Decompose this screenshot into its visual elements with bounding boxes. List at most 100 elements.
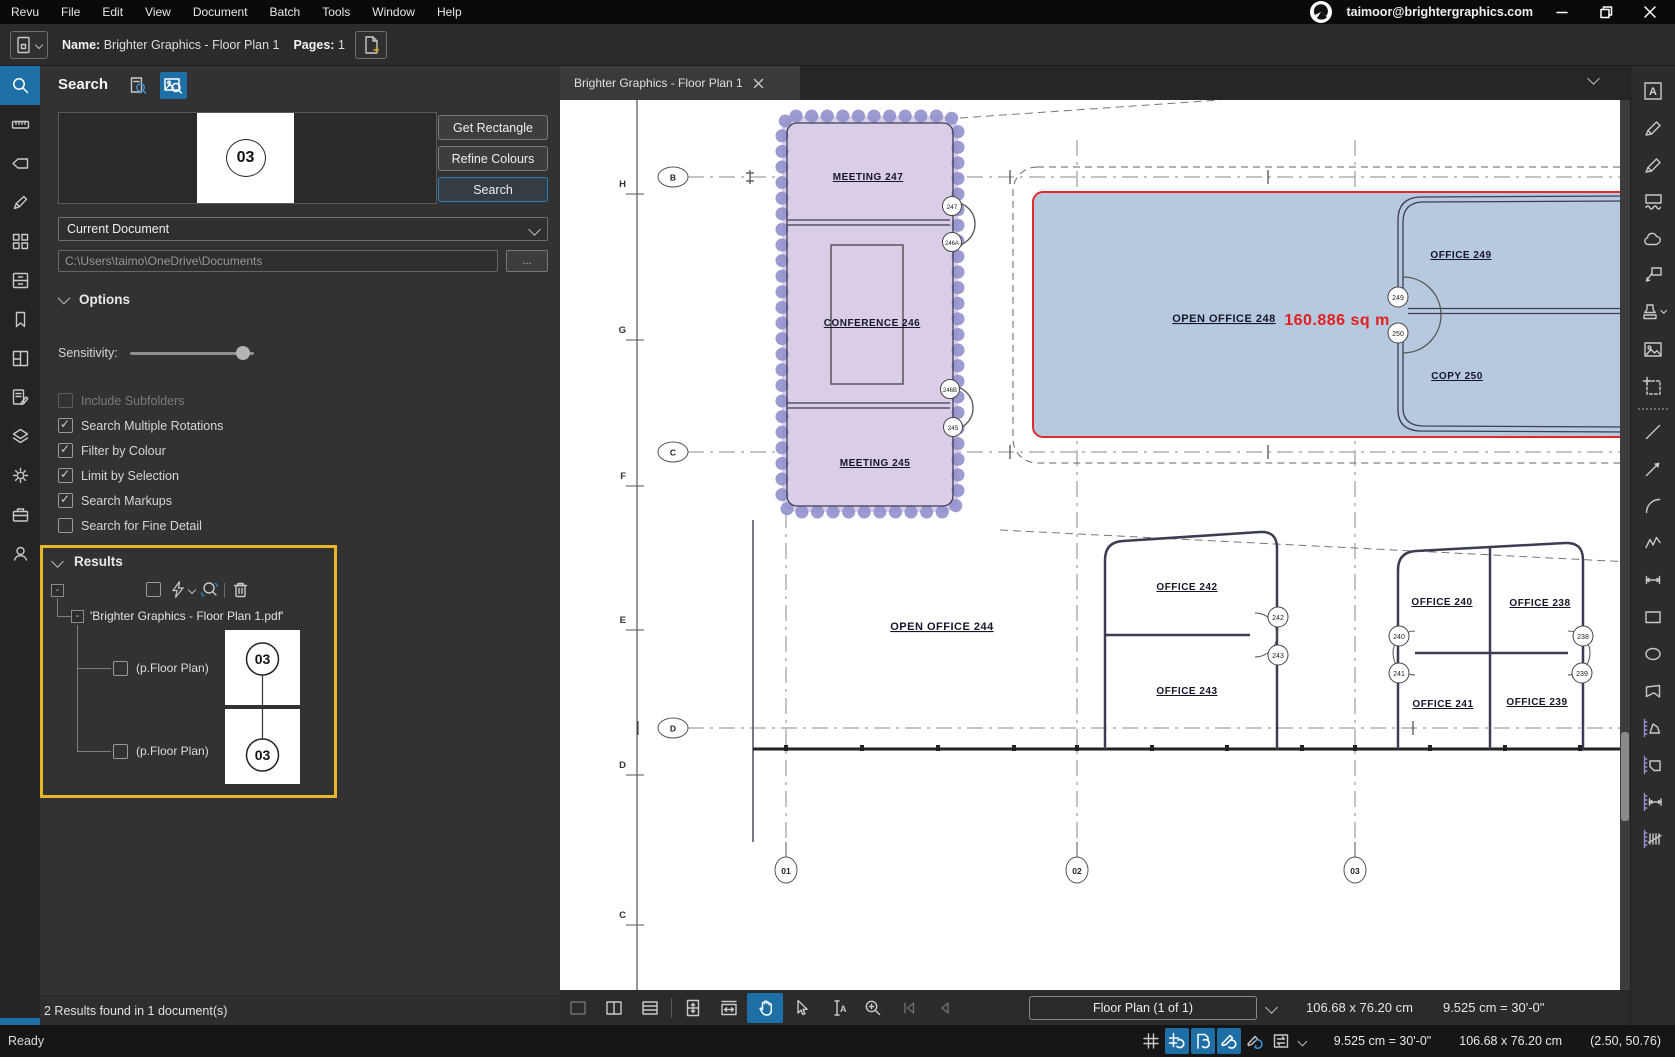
sensitivity-slider-thumb[interactable]: [236, 346, 250, 360]
result-1-checkbox[interactable]: [113, 661, 128, 676]
pan-tool-button[interactable]: [747, 993, 783, 1023]
spaces-panel-tab[interactable]: [0, 222, 40, 261]
results-file-name[interactable]: 'Brighter Graphics - Floor Plan 1.pdf': [90, 609, 283, 623]
tool-chest-panel-tab[interactable]: [0, 495, 40, 534]
snap-to-document-toggle[interactable]: [1191, 1028, 1215, 1054]
grid-toggle[interactable]: [1139, 1028, 1163, 1054]
squiggly-tool[interactable]: [1631, 183, 1675, 220]
split-horizontal-button[interactable]: [632, 993, 668, 1023]
layers-panel-tab[interactable]: [0, 417, 40, 456]
checkbox-limit-by-selection[interactable]: Limit by Selection: [58, 463, 223, 488]
fit-page-button[interactable]: [675, 993, 711, 1023]
refresh-search-icon[interactable]: [200, 580, 220, 605]
restore-button[interactable]: [1591, 0, 1621, 24]
checkbox-filter-by-colour[interactable]: Filter by Colour: [58, 438, 223, 463]
arc-tool[interactable]: [1631, 487, 1675, 524]
menu-revu[interactable]: Revu: [0, 0, 50, 24]
text-search-mode-button[interactable]: [124, 72, 151, 99]
text-box-tool[interactable]: A: [1631, 72, 1675, 109]
select-tool-button[interactable]: [783, 993, 819, 1023]
browse-button[interactable]: ...: [506, 250, 548, 272]
document-menu-button[interactable]: [10, 31, 48, 59]
search-button[interactable]: Search: [438, 177, 548, 202]
result-1-thumbnail[interactable]: 03: [225, 630, 300, 705]
measure-length-tool[interactable]: [1631, 783, 1675, 820]
reuse-markup-toggle[interactable]: [1243, 1028, 1267, 1054]
measure-area-tool[interactable]: [1631, 746, 1675, 783]
result-2-thumbnail[interactable]: 03: [225, 709, 300, 784]
options-section-header[interactable]: Options: [58, 292, 130, 307]
snap-to-markup-toggle[interactable]: [1217, 1028, 1241, 1054]
close-tab-icon[interactable]: [753, 78, 764, 89]
document-tab[interactable]: Brighter Graphics - Floor Plan 1: [560, 66, 800, 100]
snapshot-tool[interactable]: [1631, 368, 1675, 405]
flags-panel-tab[interactable]: [0, 144, 40, 183]
ellipse-tool[interactable]: [1631, 635, 1675, 672]
measure-perimeter-tool[interactable]: [1631, 709, 1675, 746]
stamp-tool[interactable]: [1631, 294, 1675, 331]
menu-edit[interactable]: Edit: [91, 0, 134, 24]
select-all-results-checkbox[interactable]: [146, 582, 161, 597]
zoom-tool-button[interactable]: [855, 993, 891, 1023]
thumbnails-panel-tab[interactable]: [0, 339, 40, 378]
previous-page-button[interactable]: [927, 993, 963, 1023]
pen-tool[interactable]: [1631, 146, 1675, 183]
arrow-tool[interactable]: [1631, 450, 1675, 487]
get-rectangle-button[interactable]: Get Rectangle: [438, 115, 548, 140]
account-email[interactable]: taimoor@brightergraphics.com: [1346, 5, 1533, 19]
highlighter-tool[interactable]: [1631, 109, 1675, 146]
apply-action-icon[interactable]: [169, 580, 187, 604]
cloud-tool[interactable]: [1631, 220, 1675, 257]
studio-panel-tab[interactable]: [0, 534, 40, 573]
markup-tools-panel-tab[interactable]: [0, 183, 40, 222]
vertical-scrollbar[interactable]: [1620, 100, 1630, 990]
visual-search-mode-button[interactable]: [160, 72, 187, 99]
scrollbar-thumb[interactable]: [1621, 732, 1629, 821]
snap-to-grid-toggle[interactable]: [1165, 1028, 1189, 1054]
results-section-header[interactable]: Results: [53, 554, 123, 569]
status-scale[interactable]: 9.525 cm = 30'-0": [1334, 1034, 1432, 1048]
menu-batch[interactable]: Batch: [259, 0, 312, 24]
refine-colours-button[interactable]: Refine Colours: [438, 146, 548, 171]
menu-view[interactable]: View: [134, 0, 182, 24]
checkbox-search-multiple-rotations[interactable]: Search Multiple Rotations: [58, 413, 223, 438]
collapse-file-toggle[interactable]: -: [71, 610, 84, 623]
sync-views-toggle[interactable]: [1269, 1028, 1293, 1054]
measurements-panel-tab[interactable]: [0, 105, 40, 144]
sensitivity-slider[interactable]: [130, 352, 254, 355]
search-panel-tab[interactable]: [0, 66, 40, 105]
area-measurement-markup[interactable]: 249 250 OPEN OFFICE 248 160.886 sq m OFF…: [1033, 192, 1630, 437]
checkbox-search-fine-detail[interactable]: Search for Fine Detail: [58, 513, 223, 538]
select-text-button[interactable]: A: [819, 993, 855, 1023]
rectangle-tool[interactable]: [1631, 598, 1675, 635]
checkbox-include-subfolders[interactable]: Include Subfolders: [58, 388, 223, 413]
menu-window[interactable]: Window: [361, 0, 426, 24]
minimize-button[interactable]: [1547, 0, 1577, 24]
chevron-down-icon[interactable]: [188, 586, 196, 594]
collapse-all-toggle[interactable]: -: [51, 584, 64, 597]
menu-file[interactable]: File: [50, 0, 91, 24]
result-2-label[interactable]: (p.Floor Plan): [136, 744, 209, 758]
menu-help[interactable]: Help: [426, 0, 473, 24]
search-path-input[interactable]: C:\Users\taimo\OneDrive\Documents: [58, 250, 498, 272]
revision-cloud-markup[interactable]: 247 246A 246B 245 MEETING 247 CONFERENCE…: [782, 116, 975, 512]
first-page-button[interactable]: [891, 993, 927, 1023]
result-1-label[interactable]: (p.Floor Plan): [136, 661, 209, 675]
bookmarks-panel-tab[interactable]: [0, 300, 40, 339]
menu-document[interactable]: Document: [182, 0, 259, 24]
pdf-canvas[interactable]: H G F E D C: [560, 100, 1630, 990]
count-tool[interactable]: [1631, 820, 1675, 857]
split-vertical-button[interactable]: [596, 993, 632, 1023]
image-tool[interactable]: [1631, 331, 1675, 368]
delete-results-icon[interactable]: [231, 580, 250, 604]
checkbox-search-markups[interactable]: Search Markups: [58, 488, 223, 513]
search-scope-select[interactable]: Current Document: [58, 217, 548, 241]
settings-panel-tab[interactable]: [0, 456, 40, 495]
result-2-checkbox[interactable]: [113, 744, 128, 759]
polygon-tool[interactable]: [1631, 672, 1675, 709]
polyline-tool[interactable]: [1631, 524, 1675, 561]
single-page-view-button[interactable]: [560, 993, 596, 1023]
page-region-select[interactable]: Floor Plan (1 of 1): [1029, 996, 1257, 1020]
dimension-tool[interactable]: [1631, 561, 1675, 598]
chevron-down-icon[interactable]: [1297, 1036, 1307, 1046]
